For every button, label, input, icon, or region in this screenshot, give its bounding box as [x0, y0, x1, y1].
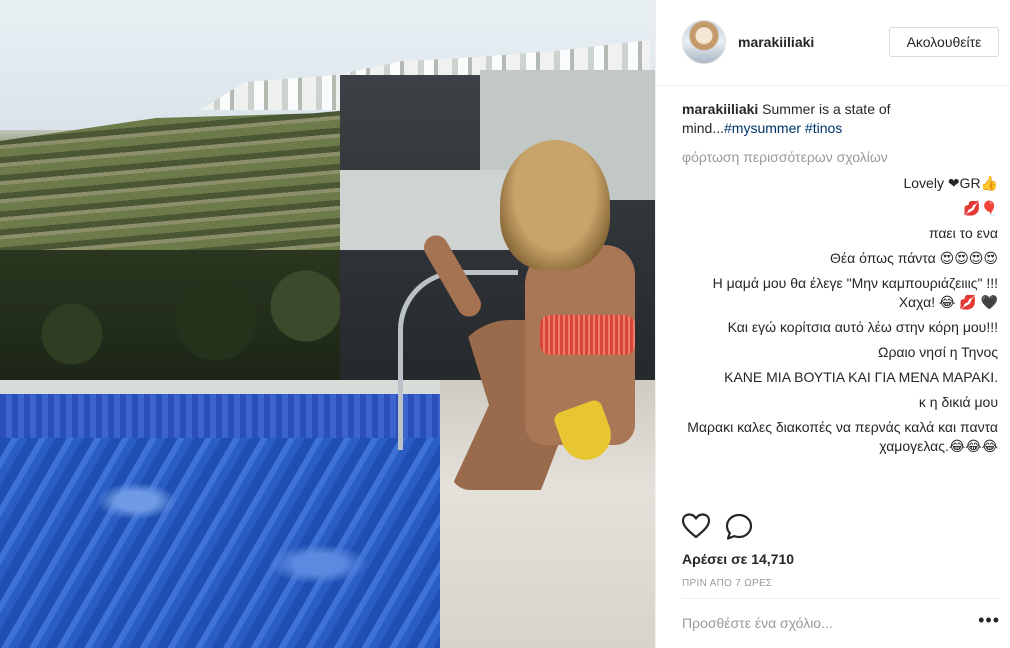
- list-item: κ η δικιά μου: [682, 393, 998, 412]
- photo-bushes: [0, 250, 360, 390]
- photo-pool-tiles: [0, 394, 440, 438]
- list-item: ΚΑΝΕ ΜΙΑ ΒΟΥΤΙΑ ΚΑΙ ΓΙΑ ΜΕΝΑ ΜΑΡΑΚΙ.: [682, 368, 998, 387]
- post-username[interactable]: marakiiliaki: [738, 34, 814, 50]
- comment-text: 💋🎈: [963, 200, 998, 216]
- add-comment-input[interactable]: [682, 611, 962, 635]
- comment-text: ΚΑΝΕ ΜΙΑ ΒΟΥΤΙΑ ΚΑΙ ΓΙΑ ΜΕΝΑ ΜΑΡΑΚΙ.: [724, 369, 998, 385]
- heart-icon[interactable]: [681, 513, 711, 539]
- following-button[interactable]: Ακολουθείτε: [889, 27, 999, 57]
- comment-text: Μαρακι καλες διακοπές να περνάς καλά και…: [687, 419, 998, 454]
- more-dots-icon[interactable]: •••: [978, 611, 1000, 629]
- load-more-comments[interactable]: φόρτωση περισσότερων σχολίων: [682, 148, 998, 167]
- list-item: Ωραιο νησί η Τηνος: [682, 343, 998, 362]
- hashtag-tinos[interactable]: #tinos: [805, 120, 842, 136]
- likes-count[interactable]: Αρέσει σε 14,710: [682, 551, 794, 567]
- post-timestamp[interactable]: ΠΡΙΝ ΑΠΟ 7 ΩΡΕΣ: [682, 578, 772, 589]
- comment-text: Η μαμά μου θα έλεγε "Μην καμπουριάζειιις…: [712, 275, 998, 310]
- photo-person-arm: [419, 231, 486, 321]
- photo-pool-edge: [0, 380, 440, 394]
- caption-username[interactable]: marakiiliaki: [682, 101, 758, 117]
- list-item: Θέα όπως πάντα 😍😍😍😍: [682, 249, 998, 268]
- post-photo[interactable]: [0, 0, 655, 648]
- list-item: παει το ενα: [682, 224, 998, 243]
- list-item: Και εγώ κορίτσια αυτό λέω στην κόρη μου!…: [682, 318, 998, 337]
- comment-text: παει το ενα: [928, 225, 998, 241]
- photo-bikini-top: [540, 315, 635, 355]
- comment-text: Ωραιο νησί η Τηνος: [877, 344, 998, 360]
- photo-person-hair: [500, 140, 610, 270]
- photo-person: [419, 140, 640, 490]
- list-item: 💋🎈: [682, 199, 998, 218]
- comment-text: Θέα όπως πάντα 😍😍😍😍: [830, 250, 998, 266]
- comment-text: Lovely ❤GR👍: [903, 175, 998, 191]
- comments-list: marakiiliaki Summer is a state of mind..…: [682, 100, 998, 500]
- post-header: marakiiliaki Ακολουθείτε: [656, 0, 1010, 86]
- list-item: Lovely ❤GR👍: [682, 174, 998, 193]
- post-caption: marakiiliaki Summer is a state of mind..…: [682, 100, 998, 138]
- post-actions: [656, 505, 1010, 545]
- comment-bubble-icon[interactable]: [725, 513, 753, 541]
- list-item: Η μαμά μου θα έλεγε "Μην καμπουριάζειιις…: [682, 274, 998, 312]
- hashtag-mysummer[interactable]: #mysummer: [724, 120, 801, 136]
- avatar[interactable]: [682, 20, 726, 64]
- comment-text: Και εγώ κορίτσια αυτό λέω στην κόρη μου!…: [727, 319, 998, 335]
- post-side-panel: marakiiliaki Ακολουθείτε marakiiliaki Su…: [655, 0, 1010, 648]
- list-item: Μαρακι καλες διακοπές να περνάς καλά και…: [682, 418, 998, 456]
- comment-text: κ η δικιά μου: [918, 394, 998, 410]
- photo-pool-water: [0, 438, 455, 648]
- add-comment-bar: •••: [682, 598, 1000, 648]
